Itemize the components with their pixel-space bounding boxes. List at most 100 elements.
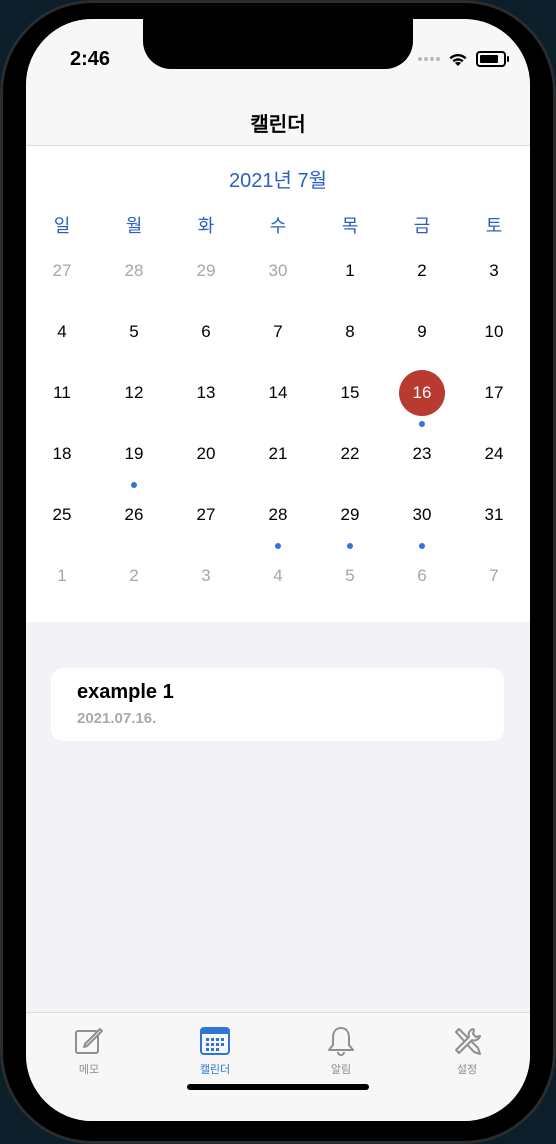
tab-memo[interactable]: 메모 (26, 1013, 152, 1083)
calendar-day[interactable]: 3 (170, 552, 242, 613)
notch (143, 19, 413, 69)
home-indicator (187, 1084, 369, 1090)
calendar-day[interactable]: 1 (26, 552, 98, 613)
calendar-day[interactable]: 20 (170, 430, 242, 491)
day-number: 31 (484, 505, 504, 524)
day-number: 7 (273, 322, 283, 341)
calendar-day-selected[interactable]: 16 (386, 369, 458, 430)
weekday-label: 금 (413, 216, 431, 236)
calendar-day[interactable]: 13 (170, 369, 242, 430)
day-number: 28 (268, 505, 288, 524)
calendar-day[interactable]: 19 (98, 430, 170, 491)
day-number: 16 (412, 383, 432, 402)
day-number: 2 (417, 261, 427, 280)
tab-calendar[interactable]: 캘린더 (152, 1013, 278, 1083)
calendar-day[interactable]: 29 (314, 491, 386, 552)
calendar-day[interactable]: 10 (458, 308, 530, 369)
day-number: 27 (196, 505, 216, 524)
calendar-day[interactable]: 18 (26, 430, 98, 491)
day-number: 3 (201, 566, 211, 585)
day-number: 10 (484, 322, 504, 341)
tab-settings[interactable]: 설정 (404, 1013, 530, 1083)
day-number: 13 (196, 383, 216, 402)
weekday-label: 일 (53, 216, 71, 236)
calendar-day[interactable]: 6 (170, 308, 242, 369)
calendar-day[interactable]: 9 (386, 308, 458, 369)
calendar-day[interactable]: 28 (242, 491, 314, 552)
weekday-label: 토 (485, 216, 503, 236)
calendar-day[interactable]: 23 (386, 430, 458, 491)
screen: 2:46 캘린더 2021년 7월 일월화수목금토 27 28 29 30 1 2 3 4 5 6… (26, 19, 530, 1121)
calendar-day[interactable]: 4 (242, 552, 314, 613)
day-number: 25 (52, 505, 72, 524)
calendar-icon (200, 1027, 230, 1055)
signal-dots-icon (418, 57, 440, 61)
calendar-day[interactable]: 24 (458, 430, 530, 491)
calendar-day[interactable]: 25 (26, 491, 98, 552)
calendar-day[interactable]: 6 (386, 552, 458, 613)
calendar-day[interactable]: 2 (386, 247, 458, 308)
month-label[interactable]: 2021년 7월 (26, 164, 530, 193)
calendar-day[interactable]: 27 (26, 247, 98, 308)
calendar-day[interactable]: 26 (98, 491, 170, 552)
tab-label: 설정 (456, 1064, 478, 1076)
calendar-day[interactable]: 29 (170, 247, 242, 308)
day-number: 5 (129, 322, 139, 341)
day-number: 28 (124, 261, 144, 280)
day-number: 15 (340, 383, 360, 402)
memo-date: 2021.07.16. (77, 710, 157, 727)
event-dot (347, 543, 353, 549)
calendar-day[interactable]: 3 (458, 247, 530, 308)
status-icons (418, 51, 509, 67)
battery-icon (476, 51, 509, 67)
day-number: 17 (484, 383, 504, 402)
calendar-day[interactable]: 11 (26, 369, 98, 430)
day-number: 4 (273, 566, 283, 585)
settings-tools-icon (455, 1028, 481, 1055)
tab-alarm[interactable]: 알림 (278, 1013, 404, 1083)
calendar-day[interactable]: 28 (98, 247, 170, 308)
day-number: 21 (268, 444, 288, 463)
bell-icon (328, 1027, 354, 1056)
calendar-day[interactable]: 15 (314, 369, 386, 430)
day-number: 1 (57, 566, 67, 585)
weekday-label: 월 (125, 216, 143, 236)
day-number: 5 (345, 566, 355, 585)
calendar-day[interactable]: 30 (386, 491, 458, 552)
calendar-day[interactable]: 17 (458, 369, 530, 430)
calendar-day[interactable]: 4 (26, 308, 98, 369)
calendar-day[interactable]: 12 (98, 369, 170, 430)
calendar-day[interactable]: 7 (242, 308, 314, 369)
day-number: 30 (268, 261, 288, 280)
calendar-day[interactable]: 21 (242, 430, 314, 491)
calendar: 2021년 7월 일월화수목금토 27 28 29 30 1 2 3 4 5 6 7 8 9 10 11 12… (26, 146, 530, 622)
calendar-day[interactable]: 1 (314, 247, 386, 308)
tab-bar: 메모 캘린더 알림 설정 (26, 1012, 530, 1121)
memo-title: example 1 (77, 681, 174, 703)
memo-card[interactable]: example 1 2021.07.16. (51, 668, 504, 741)
day-number: 26 (124, 505, 144, 524)
day-number: 30 (412, 505, 432, 524)
status-bar: 2:46 (26, 19, 530, 99)
day-number: 22 (340, 444, 360, 463)
calendar-day[interactable]: 8 (314, 308, 386, 369)
calendar-day[interactable]: 5 (98, 308, 170, 369)
day-number: 4 (57, 322, 67, 341)
day-number: 19 (124, 444, 144, 463)
day-number: 1 (345, 261, 355, 280)
event-dot (275, 543, 281, 549)
day-number: 14 (268, 383, 288, 402)
page-title: 캘린더 (250, 113, 306, 136)
calendar-day[interactable]: 7 (458, 552, 530, 613)
day-number: 8 (345, 322, 355, 341)
calendar-day[interactable]: 30 (242, 247, 314, 308)
day-number: 2 (129, 566, 139, 585)
day-number: 3 (489, 261, 499, 280)
calendar-day[interactable]: 31 (458, 491, 530, 552)
calendar-day[interactable]: 27 (170, 491, 242, 552)
calendar-day[interactable]: 22 (314, 430, 386, 491)
calendar-day[interactable]: 5 (314, 552, 386, 613)
calendar-day[interactable]: 2 (98, 552, 170, 613)
calendar-day[interactable]: 14 (242, 369, 314, 430)
weekday-label: 목 (341, 216, 359, 236)
